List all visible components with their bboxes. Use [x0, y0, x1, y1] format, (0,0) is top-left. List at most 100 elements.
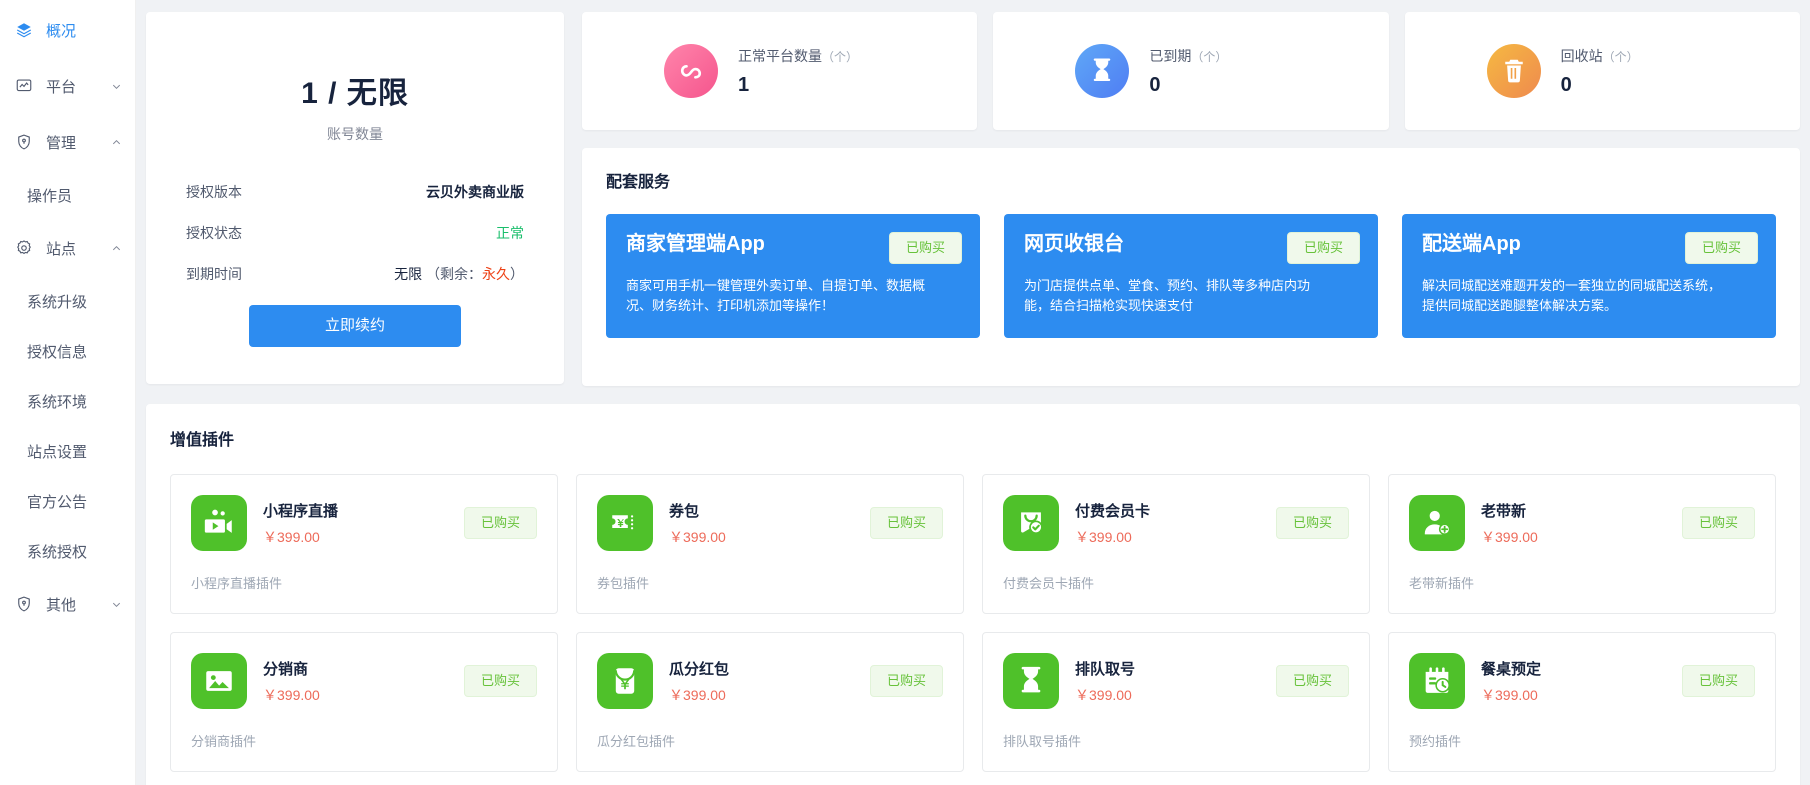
plugin-head: 分销商 ￥399.00已购买	[191, 653, 537, 709]
user-add-icon	[1409, 495, 1465, 551]
miniprogram-icon	[664, 44, 718, 98]
services-title: 配套服务	[606, 168, 1776, 192]
plugin-price: ￥399.00	[1481, 527, 1682, 547]
plugin-price: ￥399.00	[1075, 527, 1276, 547]
service-card-1: 网页收银台已购买为门店提供点单、堂食、预约、排队等多种店内功能，结合扫描枪实现快…	[1004, 214, 1378, 338]
license-row-value: 无限	[394, 266, 422, 282]
plugin-head: 餐桌预定￥399.00已购买	[1409, 653, 1755, 709]
plugin-head: 老带新￥399.00已购买	[1409, 495, 1755, 551]
stat-value: 0	[1149, 74, 1227, 97]
sidebar-subitem-5[interactable]: 系统升级	[0, 276, 135, 326]
plugin-info: 小程序直播￥399.00	[263, 500, 464, 547]
service-head: 网页收银台 已购买	[1024, 232, 1360, 264]
coupon-icon	[597, 495, 653, 551]
sidebar-item-1[interactable]: 平台	[0, 58, 135, 114]
plugin-purchased-button[interactable]: 已购买	[1276, 507, 1349, 539]
chevron-up-icon	[109, 135, 123, 149]
sidebar-subitem-6[interactable]: 授权信息	[0, 326, 135, 376]
plugin-purchased-button[interactable]: 已购买	[870, 507, 943, 539]
plugin-info: 付费会员卡 ￥399.00	[1075, 500, 1276, 547]
sidebar-item-label: 系统升级	[27, 291, 87, 312]
plugin-info: 券包 ￥399.00	[669, 500, 870, 547]
sidebar: 概况平台管理操作员站点系统升级授权信息系统环境站点设置官方公告系统授权其他	[0, 0, 136, 785]
plugin-info: 分销商 ￥399.00	[263, 658, 464, 705]
sidebar-item-2[interactable]: 管理	[0, 114, 135, 170]
sidebar-item-label: 授权信息	[27, 341, 87, 362]
plugin-name: 餐桌预定	[1481, 658, 1682, 679]
license-row-value: 正常	[496, 225, 524, 241]
plugin-head: 券包 ￥399.00已购买	[597, 495, 943, 551]
stat-title: 正常平台数量（个）	[738, 46, 858, 66]
right-column: 正常平台数量（个）1已到期（个）0回收站（个）0 配套服务 商家管理端App已购…	[582, 12, 1800, 386]
sidebar-subitem-9[interactable]: 官方公告	[0, 476, 135, 526]
service-name: 配送端App	[1422, 232, 1521, 256]
plugin-name: 排队取号	[1075, 658, 1276, 679]
license-remain-prefix: （剩余：	[422, 266, 482, 282]
stats-row: 正常平台数量（个）1已到期（个）0回收站（个）0	[582, 12, 1800, 130]
service-purchased-button[interactable]: 已购买	[1685, 232, 1758, 264]
plugin-name: 分销商	[263, 658, 464, 679]
sidebar-item-0[interactable]: 概况	[0, 2, 135, 58]
plugin-name: 付费会员卡	[1075, 500, 1276, 521]
chart-monitor-icon	[14, 76, 34, 96]
sidebar-item-11[interactable]: 其他	[0, 576, 135, 632]
plugin-head: 小程序直播￥399.00已购买	[191, 495, 537, 551]
service-name: 网页收银台	[1024, 232, 1124, 256]
plugin-price: ￥399.00	[263, 685, 464, 705]
stat-title: 回收站（个）	[1561, 46, 1639, 66]
app-root: 概况平台管理操作员站点系统升级授权信息系统环境站点设置官方公告系统授权其他 1 …	[0, 0, 1810, 785]
plugin-note: 排队取号插件	[1003, 731, 1349, 750]
sidebar-item-label: 平台	[46, 76, 109, 97]
stat-unit: （个）	[1191, 50, 1227, 64]
services-panel: 配套服务 商家管理端App已购买商家可用手机一键管理外卖订单、自提订单、数据概况…	[582, 148, 1800, 386]
stat-card-2: 回收站（个） 0	[1405, 12, 1800, 130]
plugin-note: 分销商插件	[191, 731, 537, 750]
license-detail-list: 授权版本云贝外卖商业版授权状态正常到期时间无限 （剩余：永久）	[186, 182, 524, 284]
hourglass-icon	[1003, 653, 1059, 709]
plugin-purchased-button[interactable]: 已购买	[1276, 665, 1349, 697]
plugin-purchased-button[interactable]: 已购买	[1682, 507, 1755, 539]
gear-icon	[14, 238, 34, 258]
license-row-value-wrap: 云贝外卖商业版	[426, 182, 524, 202]
account-count: 1 / 无限	[186, 68, 524, 112]
service-card-0: 商家管理端App已购买商家可用手机一键管理外卖订单、自提订单、数据概况、财务统计…	[606, 214, 980, 338]
plugin-purchased-button[interactable]: 已购买	[1682, 665, 1755, 697]
plugin-purchased-button[interactable]: 已购买	[464, 665, 537, 697]
member-card-icon	[1003, 495, 1059, 551]
hourglass-icon	[1075, 44, 1129, 98]
plugin-info: 餐桌预定￥399.00	[1481, 658, 1682, 705]
plugin-purchased-button[interactable]: 已购买	[464, 507, 537, 539]
red-packet-icon	[597, 653, 653, 709]
stat-unit: （个）	[822, 50, 858, 64]
service-description: 商家可用手机一键管理外卖订单、自提订单、数据概况、财务统计、打印机添加等操作！	[626, 276, 935, 315]
sidebar-item-4[interactable]: 站点	[0, 220, 135, 276]
sidebar-subitem-10[interactable]: 系统授权	[0, 526, 135, 576]
plugin-card-3: 老带新￥399.00已购买老带新插件	[1388, 474, 1776, 614]
license-remain-suffix: ）	[510, 266, 524, 282]
sidebar-subitem-7[interactable]: 系统环境	[0, 376, 135, 426]
sidebar-subitem-3[interactable]: 操作员	[0, 170, 135, 220]
plugin-card-2: 付费会员卡￥399.00已购买付费会员卡插件	[982, 474, 1370, 614]
renew-button[interactable]: 立即续约	[249, 305, 461, 347]
plugin-info: 排队取号￥399.00	[1075, 658, 1276, 705]
plugin-info: 老带新￥399.00	[1481, 500, 1682, 547]
plugin-price: ￥399.00	[669, 527, 870, 547]
sidebar-item-label: 概况	[46, 20, 135, 41]
sidebar-item-label: 系统环境	[27, 391, 87, 412]
sidebar-item-label: 管理	[46, 132, 109, 153]
service-head: 配送端App 已购买	[1422, 232, 1758, 264]
license-row-1: 授权状态正常	[186, 223, 524, 243]
plugin-name: 券包	[669, 500, 870, 521]
plugin-note: 小程序直播插件	[191, 573, 537, 592]
chevron-down-icon	[109, 597, 123, 611]
plugin-purchased-button[interactable]: 已购买	[870, 665, 943, 697]
sidebar-item-label: 系统授权	[27, 541, 87, 562]
account-count-label: 账号数量	[186, 124, 524, 144]
calendar-clock-icon	[1409, 653, 1465, 709]
plugin-price: ￥399.00	[669, 685, 870, 705]
sidebar-subitem-8[interactable]: 站点设置	[0, 426, 135, 476]
service-purchased-button[interactable]: 已购买	[1287, 232, 1360, 264]
service-purchased-button[interactable]: 已购买	[889, 232, 962, 264]
stat-value: 0	[1561, 74, 1639, 97]
plugin-head: 付费会员卡 ￥399.00已购买	[1003, 495, 1349, 551]
